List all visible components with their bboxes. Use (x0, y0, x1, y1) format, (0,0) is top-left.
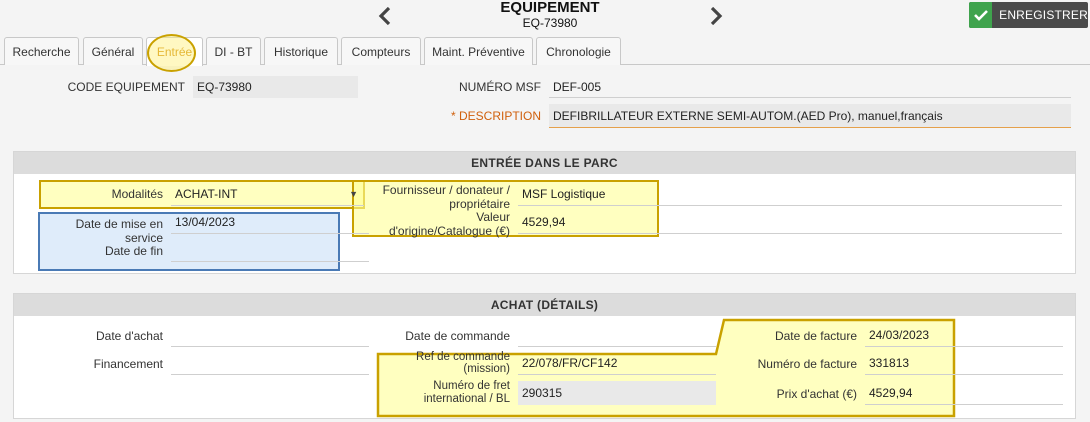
record-code: EQ-73980 (522, 16, 578, 30)
description-field[interactable]: DEFIBRILLATEUR EXTERNE SEMI-AUTOM.(AED P… (549, 104, 1071, 128)
code-equipement-label: CODE EQUIPEMENT (67, 80, 185, 94)
tab-compteurs[interactable]: Compteurs (341, 37, 421, 65)
tab-maint-preventive[interactable]: Maint. Préventive (424, 37, 533, 65)
tab-recherche[interactable]: Recherche (4, 37, 79, 65)
chevron-left-icon (378, 7, 391, 25)
prix-achat-field[interactable]: 4529,94 (865, 381, 1063, 405)
tab-chronologie[interactable]: Chronologie (536, 37, 621, 65)
fournisseur-field[interactable]: MSF Logistique (518, 182, 1062, 206)
date-mise-service-field[interactable]: 13/04/2023 (171, 211, 369, 234)
description-label: * DESCRIPTION (420, 109, 541, 123)
tab-highlight-circle (147, 34, 196, 72)
save-button[interactable]: ENREGISTRER (969, 2, 1088, 28)
next-record-button[interactable] (704, 4, 728, 28)
date-fin-label: Date de fin (104, 244, 163, 258)
modalites-select[interactable]: ACHAT-INT ▼ (171, 182, 364, 206)
entree-section-title: ENTRÉE DANS LE PARC (14, 152, 1075, 174)
date-mise-service-label: Date de mise en service (75, 217, 163, 245)
dropdown-caret-icon: ▼ (349, 188, 358, 199)
tab-di-bt[interactable]: DI - BT (206, 37, 261, 65)
modalites-label: Modalités (111, 187, 163, 201)
date-facture-label: Date de facture (774, 329, 857, 343)
financement-field[interactable] (171, 351, 369, 375)
code-equipement-field[interactable]: EQ-73980 (193, 76, 358, 98)
date-commande-field[interactable] (518, 323, 716, 347)
numero-msf-field[interactable]: DEF-005 (549, 76, 1071, 98)
valeur-field[interactable]: 4529,94 (518, 210, 1062, 234)
num-facture-field[interactable]: 331813 (865, 351, 1063, 375)
financement-label: Financement (93, 357, 163, 371)
valeur-label: Valeur d'origine/Catalogue (€) (388, 210, 510, 238)
description-label-text: DESCRIPTION (458, 109, 541, 123)
date-facture-field[interactable]: 24/03/2023 (865, 323, 1063, 347)
date-achat-field[interactable] (171, 323, 369, 347)
num-facture-label: Numéro de facture (757, 357, 857, 371)
prix-achat-label: Prix d'achat (€) (776, 387, 857, 401)
fret-field[interactable]: 290315 (518, 381, 716, 405)
tab-general[interactable]: Général (83, 37, 143, 65)
save-button-label: ENREGISTRER (999, 8, 1088, 22)
tab-historique[interactable]: Historique (264, 37, 338, 65)
page-title: EQUIPEMENT (500, 0, 600, 16)
fret-label: Numéro de fret international / BL (423, 380, 510, 405)
date-fin-field[interactable] (171, 239, 369, 262)
check-icon (969, 2, 993, 28)
page-title-block: EQUIPEMENT EQ-73980 (450, 0, 650, 30)
required-star: * (450, 109, 456, 123)
numero-msf-label: NUMÉRO MSF (459, 80, 541, 94)
achat-section-title: ACHAT (DÉTAILS) (14, 294, 1075, 316)
prev-record-button[interactable] (373, 4, 397, 28)
fournisseur-label: Fournisseur / donateur / propriétaire (382, 183, 510, 211)
date-achat-label: Date d'achat (95, 329, 163, 343)
ref-commande-field[interactable]: 22/078/FR/CF142 (518, 351, 716, 375)
date-commande-label: Date de commande (405, 329, 510, 343)
modalites-value: ACHAT-INT (175, 186, 238, 201)
chevron-right-icon (710, 7, 723, 25)
ref-commande-label: Ref de commande (mission) (416, 351, 510, 375)
